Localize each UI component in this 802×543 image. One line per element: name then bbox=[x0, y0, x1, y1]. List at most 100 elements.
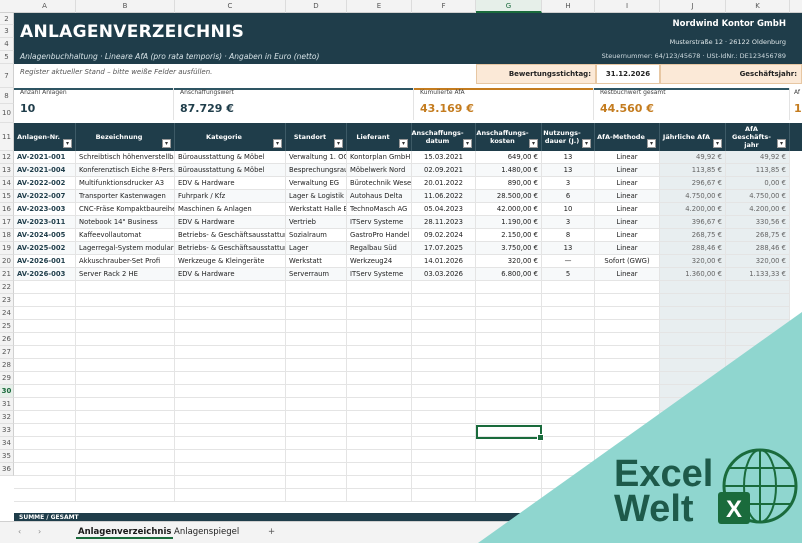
table-cell[interactable]: 42.000,00 € bbox=[476, 203, 542, 216]
column-header-c[interactable]: C bbox=[175, 0, 286, 13]
empty-cell[interactable] bbox=[542, 489, 595, 502]
empty-cell[interactable] bbox=[286, 411, 347, 424]
empty-cell[interactable] bbox=[14, 424, 76, 437]
empty-cell[interactable] bbox=[76, 294, 175, 307]
table-cell[interactable]: 1.480,00 € bbox=[476, 164, 542, 177]
table-cell[interactable]: Kontorplan GmbH bbox=[347, 151, 412, 164]
empty-cell[interactable] bbox=[542, 346, 595, 359]
row-header-13[interactable]: 13 bbox=[0, 164, 14, 177]
row-header-19[interactable]: 19 bbox=[0, 242, 14, 255]
column-header-f[interactable]: F bbox=[412, 0, 476, 13]
empty-cell[interactable] bbox=[542, 463, 595, 476]
table-cell[interactable]: EDV & Hardware bbox=[175, 268, 286, 281]
empty-cell[interactable] bbox=[286, 372, 347, 385]
empty-cell[interactable] bbox=[412, 463, 476, 476]
empty-cell[interactable] bbox=[476, 411, 542, 424]
empty-cell[interactable] bbox=[542, 294, 595, 307]
empty-cell[interactable] bbox=[542, 359, 595, 372]
empty-cell[interactable] bbox=[347, 476, 412, 489]
empty-cell[interactable] bbox=[14, 437, 76, 450]
empty-cell[interactable] bbox=[726, 411, 790, 424]
empty-cell[interactable] bbox=[175, 320, 286, 333]
empty-cell[interactable] bbox=[14, 333, 76, 346]
table-cell[interactable]: 268,75 € bbox=[726, 229, 790, 242]
empty-cell[interactable] bbox=[347, 463, 412, 476]
table-cell[interactable]: Multifunktionsdrucker A3 bbox=[76, 177, 175, 190]
empty-cell[interactable] bbox=[726, 385, 790, 398]
empty-cell[interactable] bbox=[286, 307, 347, 320]
empty-cell[interactable] bbox=[412, 450, 476, 463]
row-header-25[interactable]: 25 bbox=[0, 320, 14, 333]
empty-cell[interactable] bbox=[76, 424, 175, 437]
empty-cell[interactable] bbox=[286, 489, 347, 502]
empty-cell[interactable] bbox=[476, 294, 542, 307]
table-cell[interactable]: Linear bbox=[595, 164, 660, 177]
empty-cell[interactable] bbox=[726, 489, 790, 502]
empty-cell[interactable] bbox=[542, 437, 595, 450]
empty-cell[interactable] bbox=[476, 489, 542, 502]
table-cell[interactable]: 0,00 € bbox=[726, 177, 790, 190]
empty-cell[interactable] bbox=[175, 307, 286, 320]
empty-cell[interactable] bbox=[76, 385, 175, 398]
next-sheet-icon[interactable]: › bbox=[38, 527, 41, 536]
sheet-tab-anlagenspiegel[interactable]: Anlagenspiegel bbox=[172, 525, 241, 539]
empty-cell[interactable] bbox=[412, 346, 476, 359]
table-cell[interactable]: CNC-Fräse Kompaktbaureihe bbox=[76, 203, 175, 216]
empty-cell[interactable] bbox=[595, 398, 660, 411]
filter-dropdown-icon[interactable]: ▾ bbox=[529, 139, 538, 148]
table-cell[interactable]: 10 bbox=[542, 203, 595, 216]
column-header-a[interactable]: A bbox=[14, 0, 76, 13]
empty-cell[interactable] bbox=[175, 450, 286, 463]
empty-cell[interactable] bbox=[412, 476, 476, 489]
table-cell[interactable]: 28.500,00 € bbox=[476, 190, 542, 203]
empty-cell[interactable] bbox=[76, 450, 175, 463]
empty-cell[interactable] bbox=[347, 359, 412, 372]
table-cell[interactable]: 5 bbox=[542, 268, 595, 281]
column-header-i[interactable]: I bbox=[595, 0, 660, 13]
empty-cell[interactable] bbox=[76, 372, 175, 385]
row-header-32[interactable]: 32 bbox=[0, 411, 14, 424]
row-header-36[interactable]: 36 bbox=[0, 463, 14, 476]
empty-cell[interactable] bbox=[542, 450, 595, 463]
empty-cell[interactable] bbox=[347, 307, 412, 320]
empty-cell[interactable] bbox=[542, 281, 595, 294]
table-cell[interactable]: AV-2023-011 bbox=[14, 216, 76, 229]
row-header-35[interactable]: 35 bbox=[0, 450, 14, 463]
table-cell[interactable]: AV-2021-001 bbox=[14, 151, 76, 164]
empty-cell[interactable] bbox=[175, 385, 286, 398]
empty-cell[interactable] bbox=[14, 294, 76, 307]
table-cell[interactable]: Linear bbox=[595, 203, 660, 216]
empty-cell[interactable] bbox=[476, 450, 542, 463]
empty-cell[interactable] bbox=[14, 281, 76, 294]
empty-cell[interactable] bbox=[175, 463, 286, 476]
row-header-3[interactable]: 3 bbox=[0, 25, 14, 38]
row-header-27[interactable]: 27 bbox=[0, 346, 14, 359]
table-cell[interactable]: Linear bbox=[595, 216, 660, 229]
empty-cell[interactable] bbox=[175, 294, 286, 307]
empty-cell[interactable] bbox=[14, 346, 76, 359]
table-cell[interactable]: Verwaltung EG bbox=[286, 177, 347, 190]
table-cell[interactable]: 05.04.2023 bbox=[412, 203, 476, 216]
table-cell[interactable]: 09.02.2024 bbox=[412, 229, 476, 242]
empty-cell[interactable] bbox=[347, 385, 412, 398]
empty-cell[interactable] bbox=[595, 359, 660, 372]
empty-cell[interactable] bbox=[286, 359, 347, 372]
row-header-8[interactable]: 8 bbox=[0, 88, 14, 104]
table-cell[interactable]: 649,00 € bbox=[476, 151, 542, 164]
row-header-23[interactable]: 23 bbox=[0, 294, 14, 307]
empty-cell[interactable] bbox=[286, 398, 347, 411]
filter-dropdown-icon[interactable]: ▾ bbox=[713, 139, 722, 148]
table-cell[interactable]: 113,85 € bbox=[726, 164, 790, 177]
table-cell[interactable]: Fuhrpark / Kfz bbox=[175, 190, 286, 203]
empty-cell[interactable] bbox=[726, 450, 790, 463]
empty-cell[interactable] bbox=[347, 320, 412, 333]
empty-cell[interactable] bbox=[347, 281, 412, 294]
table-cell[interactable]: 2.150,00 € bbox=[476, 229, 542, 242]
row-header-7[interactable]: 7 bbox=[0, 64, 14, 88]
empty-cell[interactable] bbox=[542, 476, 595, 489]
table-cell[interactable]: 28.11.2023 bbox=[412, 216, 476, 229]
empty-cell[interactable] bbox=[726, 398, 790, 411]
table-cell[interactable]: Bürotechnik Weser bbox=[347, 177, 412, 190]
empty-cell[interactable] bbox=[76, 411, 175, 424]
table-cell[interactable]: Möbelwerk Nord bbox=[347, 164, 412, 177]
